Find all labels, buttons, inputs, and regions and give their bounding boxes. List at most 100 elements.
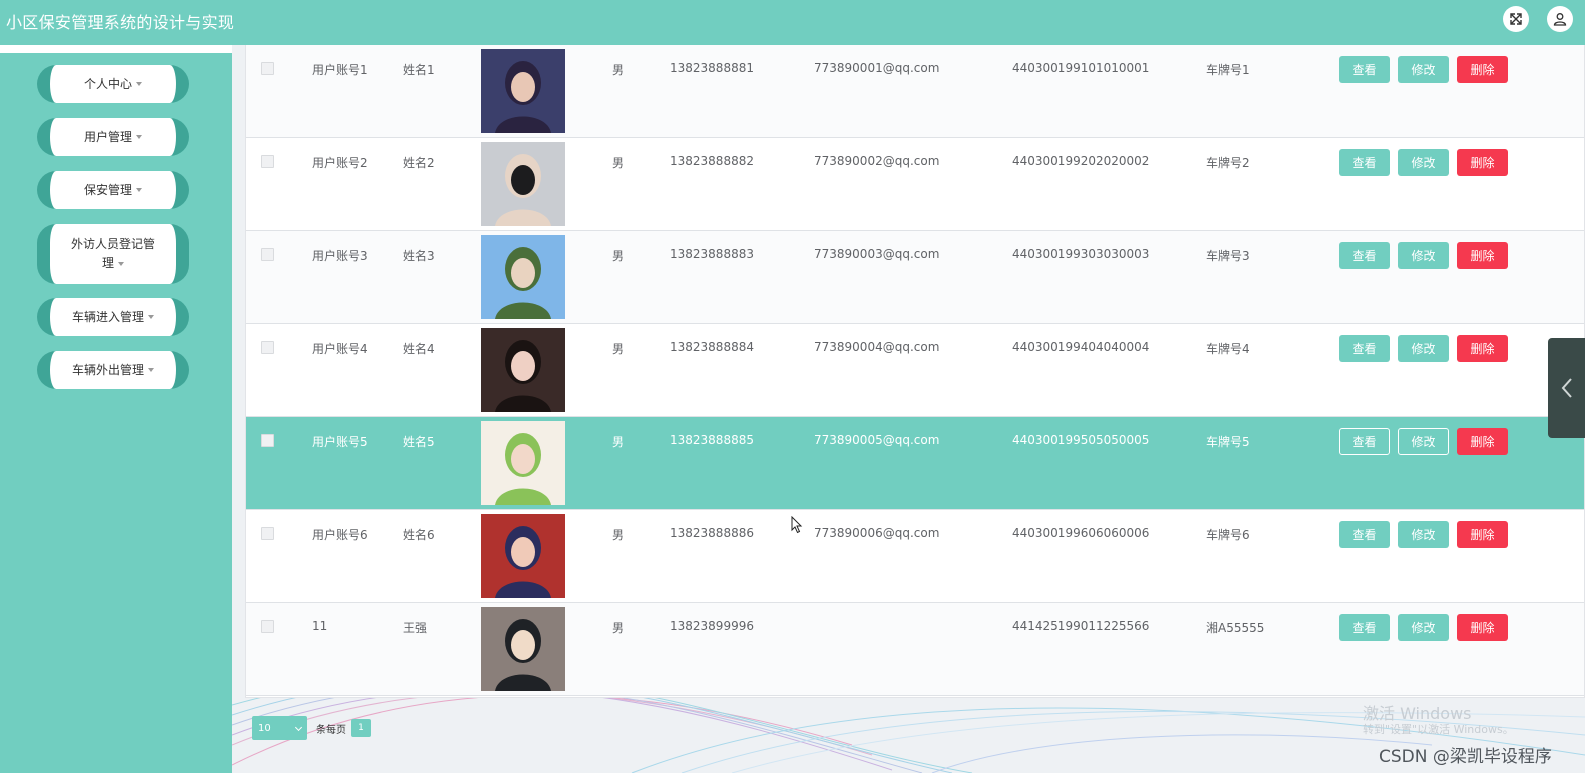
avatar bbox=[481, 514, 565, 598]
sidebar-item-vehicle-exit[interactable]: 车辆外出管理 bbox=[37, 351, 189, 389]
mouse-cursor-icon bbox=[791, 516, 803, 534]
table-row[interactable]: 11 王强 男 13823899996 441425199011225566 湘A5555… bbox=[246, 603, 1584, 696]
avatar bbox=[481, 49, 565, 133]
table-row[interactable]: 用户账号1 姓名1 男 13823888881 773890001@qq.com 4403… bbox=[246, 45, 1584, 138]
cell-name: 姓名2 bbox=[403, 156, 435, 170]
view-button[interactable]: 查看 bbox=[1339, 242, 1390, 269]
per-page-label: 条每页 bbox=[316, 724, 346, 736]
table-row[interactable]: 用户账号2 姓名2 男 13823888882 773890002@qq.com 4403… bbox=[246, 138, 1584, 231]
top-bar: 小区保安管理系统的设计与实现 bbox=[0, 0, 1585, 45]
sidebar-item-personal-center[interactable]: 个人中心 bbox=[37, 65, 189, 103]
cell-gender: 男 bbox=[612, 63, 625, 77]
sidebar-item-label: 用户管理 bbox=[83, 129, 132, 144]
cell-name: 姓名1 bbox=[403, 63, 435, 77]
cell-account: 11 bbox=[312, 619, 328, 633]
collapse-panel-tab[interactable] bbox=[1548, 338, 1585, 438]
delete-button[interactable]: 删除 bbox=[1457, 242, 1508, 269]
sidebar-item-label: 车辆进入管理 bbox=[71, 309, 144, 324]
table-row[interactable]: 用户账号5 姓名5 男 13823888885 773890005@qq.com 4403… bbox=[246, 417, 1584, 510]
delete-button[interactable]: 删除 bbox=[1457, 149, 1508, 176]
cell-phone: 13823888885 bbox=[670, 433, 754, 447]
chevron-down-icon bbox=[136, 135, 142, 139]
edit-button[interactable]: 修改 bbox=[1398, 614, 1449, 641]
cell-email: 773890001@qq.com bbox=[814, 61, 940, 75]
cell-account: 用户账号1 bbox=[312, 63, 368, 77]
cell-account: 用户账号6 bbox=[312, 528, 368, 542]
cell-email: 773890005@qq.com bbox=[814, 433, 940, 447]
delete-button[interactable]: 删除 bbox=[1457, 335, 1508, 362]
delete-button[interactable]: 删除 bbox=[1457, 428, 1508, 455]
edit-button[interactable]: 修改 bbox=[1398, 428, 1449, 455]
fullscreen-icon[interactable] bbox=[1503, 6, 1529, 32]
view-button[interactable]: 查看 bbox=[1339, 428, 1390, 455]
view-button[interactable]: 查看 bbox=[1339, 335, 1390, 362]
chevron-down-icon bbox=[136, 188, 142, 192]
sidebar: 个人中心 用户管理 保安管理 外访人员登记管理 车辆进入管理 车辆外出管理 bbox=[0, 53, 232, 773]
cell-phone: 13823888883 bbox=[670, 247, 754, 261]
row-checkbox[interactable] bbox=[261, 341, 274, 354]
cell-phone: 13823899996 bbox=[670, 619, 754, 633]
cell-name: 王强 bbox=[403, 621, 428, 635]
row-checkbox[interactable] bbox=[261, 620, 274, 633]
cell-account: 用户账号4 bbox=[312, 342, 368, 356]
edit-button[interactable]: 修改 bbox=[1398, 149, 1449, 176]
sidebar-item-label: 保安管理 bbox=[83, 182, 132, 197]
row-checkbox[interactable] bbox=[261, 62, 274, 75]
row-checkbox[interactable] bbox=[261, 155, 274, 168]
cell-phone: 13823888881 bbox=[670, 61, 754, 75]
cell-id-number: 440300199303030003 bbox=[1012, 247, 1150, 261]
cell-name: 姓名5 bbox=[403, 435, 435, 449]
view-button[interactable]: 查看 bbox=[1339, 149, 1390, 176]
chevron-down-icon bbox=[148, 368, 154, 372]
cell-phone: 13823888884 bbox=[670, 340, 754, 354]
chevron-left-icon bbox=[1561, 378, 1572, 398]
row-checkbox[interactable] bbox=[261, 434, 274, 447]
cell-id-number: 440300199202020002 bbox=[1012, 154, 1150, 168]
cell-gender: 男 bbox=[612, 156, 625, 170]
cell-plate: 车牌号6 bbox=[1206, 528, 1250, 542]
cell-plate: 车牌号3 bbox=[1206, 249, 1250, 263]
edit-button[interactable]: 修改 bbox=[1398, 242, 1449, 269]
csdn-credit: CSDN @梁凯毕设程序 bbox=[1379, 747, 1552, 767]
view-button[interactable]: 查看 bbox=[1339, 614, 1390, 641]
sidebar-item-guard-management[interactable]: 保安管理 bbox=[37, 171, 189, 209]
view-button[interactable]: 查看 bbox=[1339, 56, 1390, 83]
view-button[interactable]: 查看 bbox=[1339, 521, 1390, 548]
user-icon[interactable] bbox=[1547, 6, 1573, 32]
cell-account: 用户账号5 bbox=[312, 435, 368, 449]
sidebar-item-vehicle-entry[interactable]: 车辆进入管理 bbox=[37, 298, 189, 336]
row-checkbox[interactable] bbox=[261, 527, 274, 540]
avatar bbox=[481, 421, 565, 505]
sidebar-item-visitor-registration[interactable]: 外访人员登记管理 bbox=[37, 224, 189, 284]
edit-button[interactable]: 修改 bbox=[1398, 56, 1449, 83]
app-title: 小区保安管理系统的设计与实现 bbox=[6, 13, 235, 32]
page-size-value: 10 bbox=[258, 722, 271, 734]
cell-id-number: 440300199606060006 bbox=[1012, 526, 1150, 540]
cell-gender: 男 bbox=[612, 621, 625, 635]
chevron-down-icon bbox=[136, 82, 142, 86]
cell-plate: 湘A55555 bbox=[1206, 621, 1265, 635]
edit-button[interactable]: 修改 bbox=[1398, 335, 1449, 362]
chevron-down-icon bbox=[294, 723, 303, 732]
page-button-current[interactable]: 1 bbox=[351, 719, 371, 737]
delete-button[interactable]: 删除 bbox=[1457, 56, 1508, 83]
sidebar-item-label: 外访人员登记管理 bbox=[70, 237, 155, 270]
sidebar-item-label: 车辆外出管理 bbox=[71, 362, 144, 377]
avatar bbox=[481, 607, 565, 691]
table-row[interactable]: 用户账号6 姓名6 男 13823888886 773890006@qq.com 4403… bbox=[246, 510, 1584, 603]
table-row[interactable]: 用户账号3 姓名3 男 13823888883 773890003@qq.com 4403… bbox=[246, 231, 1584, 324]
cell-plate: 车牌号1 bbox=[1206, 63, 1250, 77]
windows-activation-hint: 转到"设置"以激活 Windows。 bbox=[1363, 723, 1514, 736]
cell-plate: 车牌号2 bbox=[1206, 156, 1250, 170]
edit-button[interactable]: 修改 bbox=[1398, 521, 1449, 548]
sidebar-item-user-management[interactable]: 用户管理 bbox=[37, 118, 189, 156]
pagination: 10 条每页 1 bbox=[252, 716, 371, 740]
delete-button[interactable]: 删除 bbox=[1457, 521, 1508, 548]
row-checkbox[interactable] bbox=[261, 248, 274, 261]
avatar bbox=[481, 328, 565, 412]
cell-name: 姓名4 bbox=[403, 342, 435, 356]
table-row[interactable]: 用户账号4 姓名4 男 13823888884 773890004@qq.com 4403… bbox=[246, 324, 1584, 417]
cell-id-number: 440300199404040004 bbox=[1012, 340, 1150, 354]
page-size-select[interactable]: 10 bbox=[252, 716, 307, 740]
delete-button[interactable]: 删除 bbox=[1457, 614, 1508, 641]
